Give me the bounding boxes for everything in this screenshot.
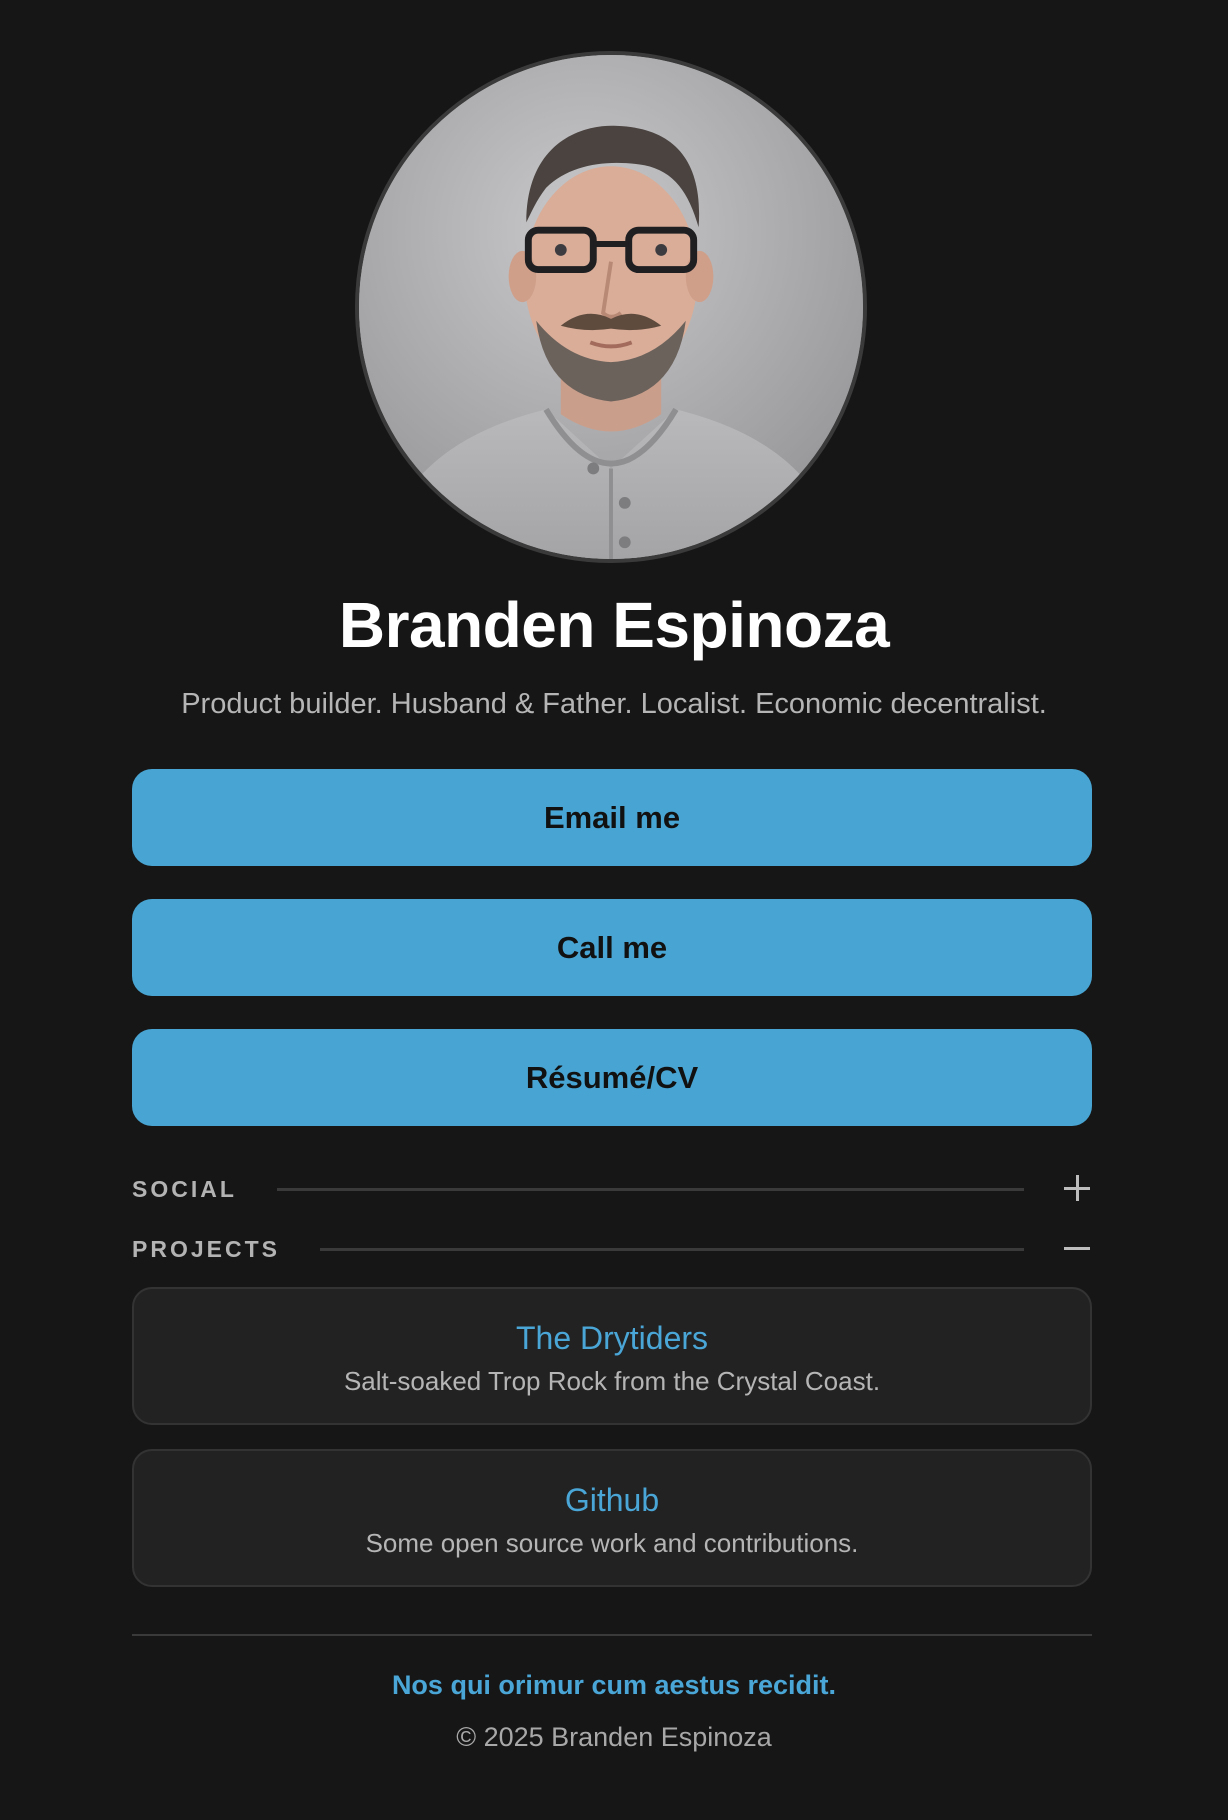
footer-divider <box>132 1634 1092 1636</box>
section-header-projects[interactable]: PROJECTS <box>132 1229 1092 1269</box>
email-me-button[interactable]: Email me <box>132 769 1092 866</box>
footer-copyright: © 2025 Branden Espinoza <box>456 1722 772 1752</box>
section-divider <box>276 1187 1024 1191</box>
section-header-social[interactable]: SOCIAL <box>132 1169 1092 1209</box>
project-description: Some open source work and contributions. <box>365 1528 859 1558</box>
project-card-the-drytiders[interactable]: The Drytiders Salt-soaked Trop Rock from… <box>132 1287 1092 1425</box>
section-label-projects: PROJECTS <box>132 1235 280 1262</box>
footer-motto: Nos qui orimur cum aestus recidit. <box>391 1670 837 1700</box>
project-title[interactable]: Github <box>134 1481 1090 1519</box>
resume-cv-button[interactable]: Résumé/CV <box>132 1029 1092 1126</box>
section-divider <box>319 1247 1024 1251</box>
profile-page: Branden Espinoza Product builder. Husban… <box>0 0 1228 1820</box>
plus-icon[interactable] <box>1064 1175 1092 1203</box>
profile-photo-icon <box>359 55 863 559</box>
project-description: Salt-soaked Trop Rock from the Crystal C… <box>343 1366 881 1396</box>
call-me-button[interactable]: Call me <box>132 899 1092 996</box>
project-card-github[interactable]: Github Some open source work and contrib… <box>132 1449 1092 1587</box>
minus-icon[interactable] <box>1064 1235 1092 1263</box>
avatar <box>355 51 867 563</box>
profile-tagline: Product builder. Husband & Father. Local… <box>181 688 1047 720</box>
profile-name: Branden Espinoza <box>338 589 890 661</box>
section-label-social: SOCIAL <box>132 1175 237 1202</box>
project-title[interactable]: The Drytiders <box>134 1319 1090 1357</box>
